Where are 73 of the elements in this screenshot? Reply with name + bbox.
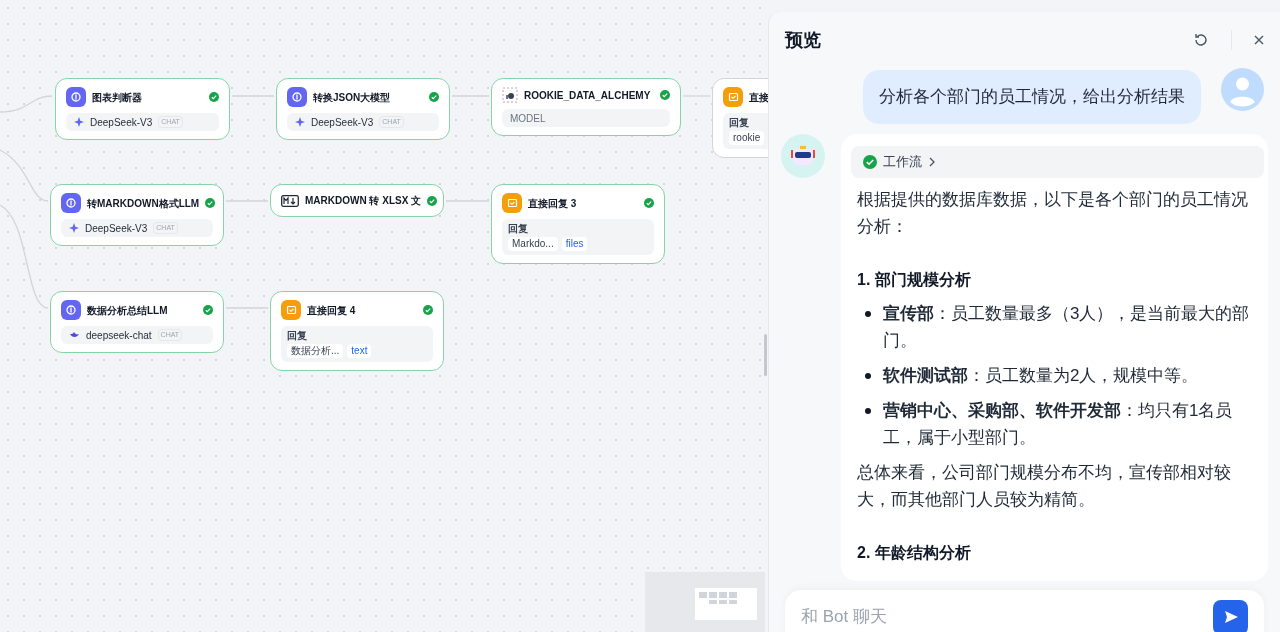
variable-chip: 数据分析... <box>287 344 344 358</box>
bullet-text: 软件测试部：员工数量为2人，规模中等。 <box>883 364 1199 387</box>
send-icon <box>1222 609 1239 625</box>
model-icon <box>287 87 307 107</box>
field-label: 回复 <box>508 223 529 235</box>
node-title: 直接 <box>749 90 768 105</box>
node-title: MARKDOWN 转 XLSX 文 <box>305 194 422 208</box>
success-icon <box>644 198 654 208</box>
section-heading: 2. 年龄结构分析 <box>857 542 972 563</box>
workflow-node[interactable]: 直接回复 4 回复 数据分析... text <box>270 291 444 371</box>
model-icon <box>66 87 86 107</box>
node-title: 转MARKDOWN格式LLM <box>87 196 200 211</box>
node-title: 转换JSON大模型 <box>313 90 392 105</box>
user-message: 分析各个部门的员工情况，给出分析结果 <box>863 70 1201 124</box>
answer-paragraph: 总体来看，公司部门规模分布不均，宣传部相对较大，而其他部门人员较为精简。 <box>857 461 1232 511</box>
success-icon <box>863 154 877 169</box>
success-icon <box>423 305 433 315</box>
variable-chip: text <box>347 344 372 358</box>
refresh-icon[interactable] <box>1193 32 1209 48</box>
node-title: 图表判断器 <box>92 90 143 105</box>
sparkle-icon <box>69 223 79 233</box>
sparkle-icon <box>295 117 305 127</box>
sparkle-icon <box>74 117 84 127</box>
success-icon <box>429 92 439 102</box>
workflow-node[interactable]: MARKDOWN 转 XLSX 文 <box>270 184 444 217</box>
bullet-icon <box>865 372 871 379</box>
bullet-icon <box>865 310 871 317</box>
chat-input[interactable]: 和 Bot 聊天 <box>801 604 1205 630</box>
model-name: DeepSeek-V3 <box>90 115 153 130</box>
success-icon <box>660 90 670 100</box>
field-label: 回复 <box>729 117 750 129</box>
variable-chip: Markdo... <box>508 237 558 251</box>
workflow-node[interactable]: 直接回复 3 回复 Markdo... files <box>491 184 665 264</box>
success-icon <box>427 195 438 206</box>
model-name: MODEL <box>510 111 546 126</box>
chat-icon <box>502 193 522 213</box>
plugin-icon <box>502 87 518 103</box>
bullet-icon <box>865 407 871 414</box>
bot-avatar <box>781 133 825 178</box>
resize-handle[interactable] <box>764 334 767 376</box>
user-avatar <box>1221 68 1264 111</box>
workflow-chip[interactable]: 工作流 <box>851 145 1264 178</box>
node-title: 数据分析总结LLM <box>87 303 169 318</box>
success-icon <box>203 305 213 315</box>
bullet-text: 宣传部：员工数量最多（3人），是当前最大的部门。 <box>883 302 1251 352</box>
node-title: ROOKIE_DATA_ALCHEMY <box>524 88 652 103</box>
variable-chip: files <box>561 237 588 251</box>
node-title: 直接回复 4 <box>307 303 357 318</box>
send-button[interactable] <box>1213 599 1248 632</box>
connector-line <box>0 149 49 202</box>
model-name: DeepSeek-V3 <box>85 221 148 236</box>
model-name: deepseek-chat <box>86 328 152 343</box>
bullet-text: 营销中心、采购部、软件开发部：均只有1名员工，属于小型部门。 <box>883 399 1234 449</box>
panel-title: 预览 <box>785 28 822 52</box>
workflow-node[interactable]: 直接 回复 rookie <box>712 78 768 158</box>
model-icon <box>61 300 81 320</box>
chat-icon <box>281 300 301 320</box>
answer-paragraph: 根据提供的数据库数据，以下是各个部门的员工情况分析： <box>857 188 1249 238</box>
field-label: 回复 <box>287 330 308 342</box>
success-icon <box>205 198 216 208</box>
section-heading: 1. 部门规模分析 <box>857 269 972 290</box>
model-icon <box>61 193 81 213</box>
workflow-node[interactable]: ROOKIE_DATA_ALCHEMY MODEL <box>491 78 681 136</box>
success-icon <box>209 92 219 102</box>
chevron-icon <box>928 156 936 167</box>
node-title: 直接回复 3 <box>528 196 578 211</box>
model-name: DeepSeek-V3 <box>311 115 374 130</box>
close-icon[interactable] <box>1254 35 1264 45</box>
variable-chip: rookie <box>729 131 765 145</box>
chat-input-field[interactable]: 和 Bot 聊天 <box>785 590 1264 632</box>
chat-icon <box>723 87 743 107</box>
connector-line <box>0 95 53 113</box>
markdown-icon <box>281 194 299 207</box>
